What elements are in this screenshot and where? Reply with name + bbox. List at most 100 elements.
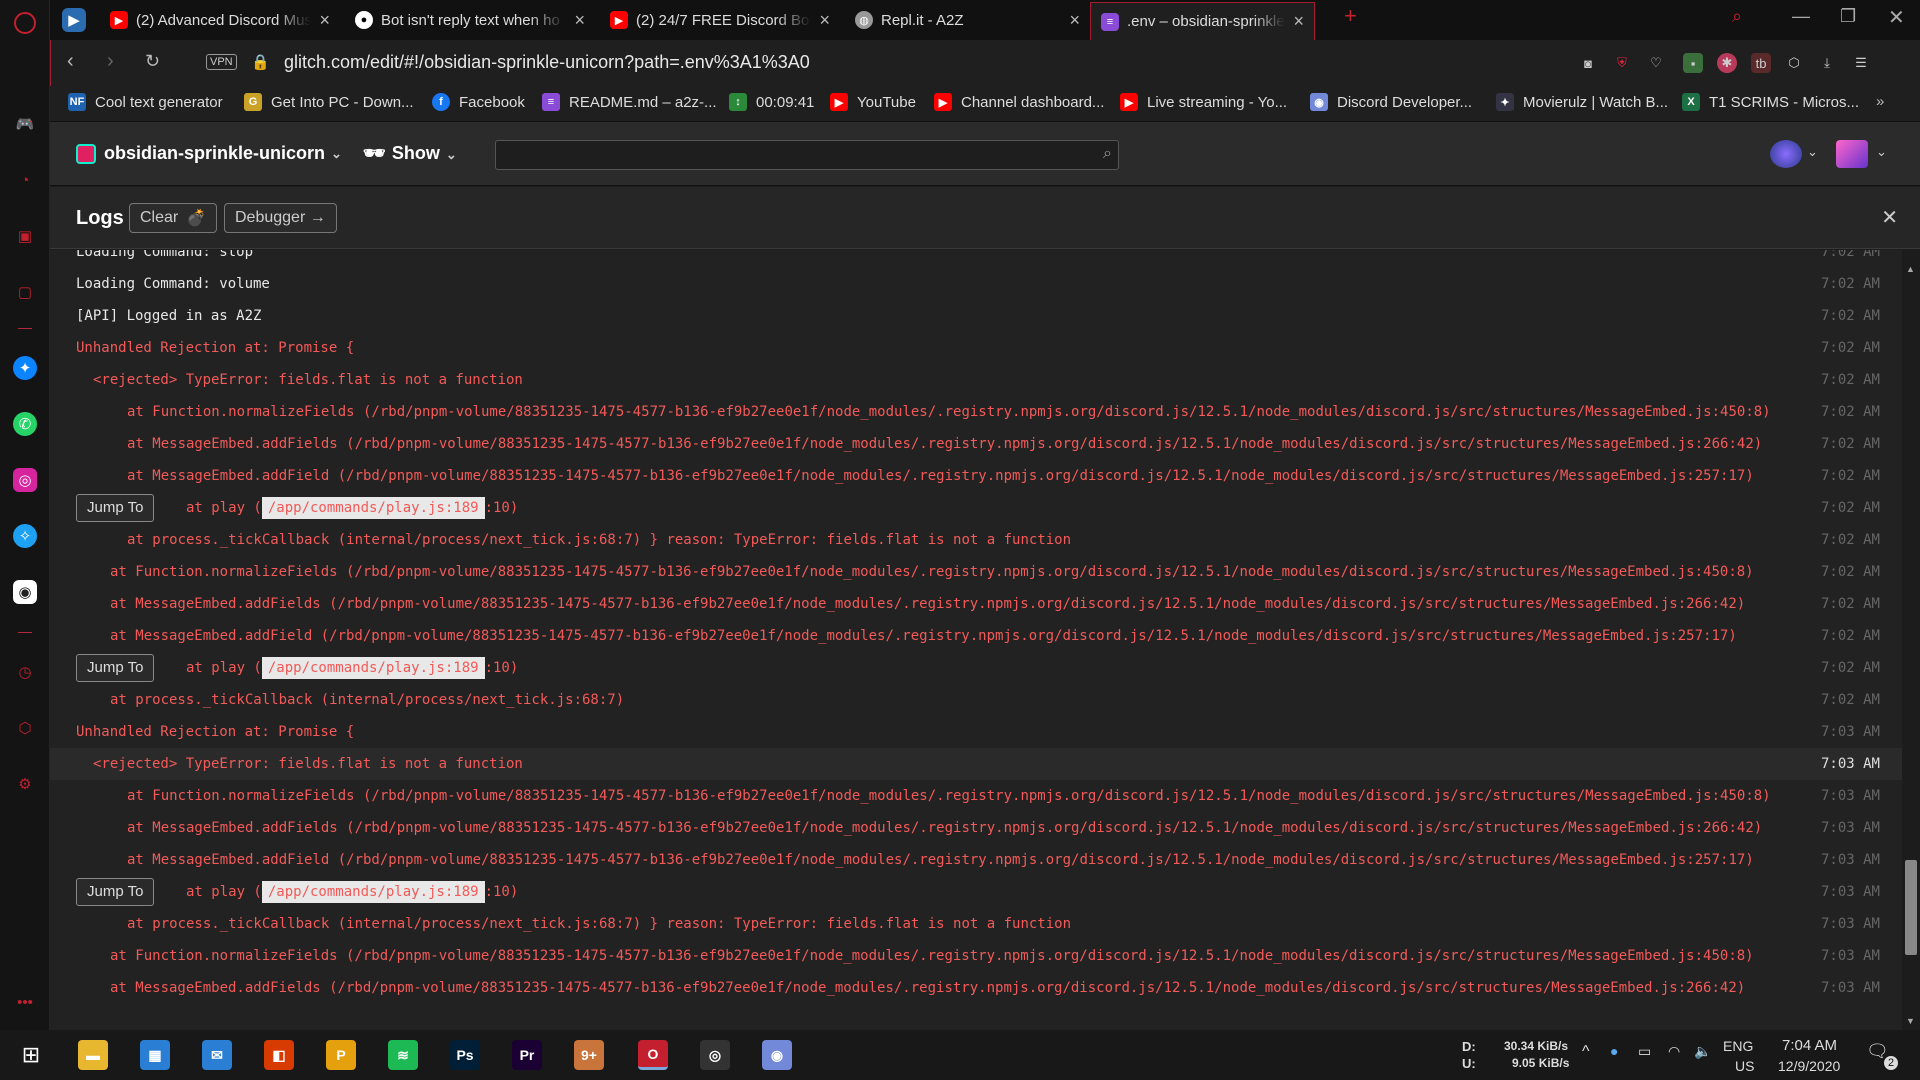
chevron-down-icon[interactable]: ⌄ — [1876, 144, 1887, 160]
file-path-link[interactable]: /app/commands/play.js:189 — [261, 657, 485, 679]
speedometer-icon[interactable]: ◔ — [13, 168, 37, 192]
obs-icon[interactable]: ◎ — [700, 1040, 730, 1070]
chevron-down-icon[interactable]: ⌄ — [1807, 144, 1818, 160]
region-indicator[interactable]: US — [1735, 1058, 1754, 1074]
tray-overflow-icon[interactable]: ^ — [1582, 1043, 1590, 1061]
battery-icon[interactable]: ▭ — [1638, 1043, 1651, 1060]
ms-store-icon[interactable]: ▦ — [140, 1040, 170, 1070]
file-explorer-icon[interactable]: ▬ — [78, 1040, 108, 1070]
instagram-icon[interactable]: ◎ — [13, 468, 37, 492]
project-menu[interactable]: obsidian-sprinkle-unicorn ⌄ — [76, 143, 342, 164]
easy-setup-icon[interactable]: ☰ — [1851, 53, 1871, 73]
volume-icon[interactable]: 🔈 — [1694, 1043, 1711, 1060]
log-scrollbar[interactable]: ▲ ▼ — [1902, 260, 1920, 1030]
new-tab-icon[interactable]: + — [1344, 3, 1357, 29]
extension-badge-icon[interactable]: ✱ — [1717, 53, 1737, 73]
clock-time[interactable]: 7:04 AM — [1782, 1037, 1837, 1054]
box-icon[interactable]: ⬡ — [13, 716, 37, 740]
extensions-box-icon[interactable]: ⬡ — [1784, 53, 1804, 73]
tab-bot-reply[interactable]: ● Bot isn't reply text when ho × — [345, 4, 595, 36]
gamepad-icon[interactable]: 🎮 — [13, 112, 37, 136]
user-avatar[interactable] — [1770, 140, 1802, 168]
wifi-icon[interactable]: ◠ — [1668, 1043, 1680, 1060]
bookmark-facebook[interactable]: f Facebook — [432, 93, 525, 111]
back-icon[interactable]: ‹ — [67, 50, 74, 73]
download-icon[interactable]: ⤓ — [1817, 53, 1837, 73]
tray-app-icon[interactable]: ● — [1610, 1043, 1618, 1059]
settings-icon[interactable]: ⚙ — [13, 772, 37, 796]
url-field[interactable]: glitch.com/edit/#!/obsidian-sprinkle-uni… — [284, 52, 810, 73]
tab-advanced-discord-music[interactable]: ▶ (2) Advanced Discord Musi × — [100, 4, 340, 36]
tab-env-glitch[interactable]: ≡ .env – obsidian-sprinkle-un × — [1090, 2, 1315, 40]
jump-to-button[interactable]: Jump To — [76, 878, 155, 906]
discord-icon[interactable]: ◉ — [762, 1040, 792, 1070]
premiere-icon[interactable]: Pr — [512, 1040, 542, 1070]
tab-replit[interactable]: ◍ Repl.it - A2Z × — [845, 4, 1090, 36]
jump-to-button[interactable]: Jump To — [76, 654, 155, 682]
extension-tb-icon[interactable]: tb — [1751, 53, 1771, 73]
clear-button[interactable]: Clear 💣 — [129, 203, 218, 233]
bookmarks-overflow-icon[interactable]: » — [1876, 93, 1884, 110]
jump-to-button[interactable]: Jump To — [76, 494, 155, 522]
lock-icon[interactable]: 🔒 — [251, 53, 270, 71]
twitch-icon[interactable]: ▢ — [13, 280, 37, 304]
shop-icon[interactable]: ▣ — [13, 224, 37, 248]
opera-logo-icon[interactable] — [14, 12, 36, 34]
team-avatar[interactable] — [1836, 140, 1868, 168]
mail-icon[interactable]: ✉ — [202, 1040, 232, 1070]
history-icon[interactable]: ◷ — [13, 660, 37, 684]
close-icon[interactable]: × — [819, 10, 830, 31]
spotify-icon[interactable]: ≋ — [388, 1040, 418, 1070]
minimize-icon[interactable]: — — [1792, 6, 1810, 27]
file-path-link[interactable]: /app/commands/play.js:189 — [261, 497, 485, 519]
bookmark-youtube[interactable]: ▶ YouTube — [830, 93, 916, 111]
bookmark-get-into-pc[interactable]: G Get Into PC - Down... — [244, 93, 414, 111]
shield-icon[interactable]: ⛨ — [1612, 53, 1632, 73]
photos-icon[interactable]: 9+ — [574, 1040, 604, 1070]
bookmark-channel-dashboard[interactable]: ▶ Channel dashboard... — [934, 93, 1104, 111]
photoshop-icon[interactable]: Ps — [450, 1040, 480, 1070]
whatsapp-icon[interactable]: ✆ — [13, 412, 37, 436]
window-close-icon[interactable]: ✕ — [1888, 5, 1905, 30]
camera-icon[interactable]: ◙ — [1578, 53, 1598, 73]
bookmark-t1-scrims[interactable]: X T1 SCRIMS - Micros... — [1682, 93, 1859, 111]
youtube-icon: ▶ — [934, 93, 952, 111]
close-icon[interactable]: × — [1069, 10, 1080, 31]
search-tabs-icon[interactable]: ⌕ — [1732, 6, 1742, 27]
bookmark-readme[interactable]: ≡ README.md – a2z-... — [542, 93, 717, 111]
vpn-badge[interactable]: VPN — [206, 54, 237, 70]
workspace-icon[interactable]: ▶ — [62, 8, 86, 32]
debugger-button[interactable]: Debugger → — [224, 203, 337, 233]
tab-24-7-free-bot[interactable]: ▶ (2) 24/7 FREE Discord Bot H × — [600, 4, 840, 36]
office-icon[interactable]: ◧ — [264, 1040, 294, 1070]
search-input[interactable]: ⌕ — [495, 140, 1119, 170]
clock-date[interactable]: 12/9/2020 — [1778, 1058, 1840, 1074]
extension-cube-icon[interactable]: ▪ — [1683, 53, 1703, 73]
forward-icon[interactable]: › — [107, 50, 114, 73]
language-indicator[interactable]: ENG — [1723, 1038, 1753, 1054]
scroll-up-icon[interactable]: ▲ — [1906, 264, 1915, 274]
heart-icon[interactable]: ♡ — [1646, 53, 1666, 73]
close-icon[interactable]: × — [1293, 11, 1304, 32]
bookmark-movierulz[interactable]: ✦ Movierulz | Watch B... — [1496, 93, 1668, 111]
close-icon[interactable]: × — [574, 10, 585, 31]
more-icon[interactable]: ••• — [13, 990, 37, 1014]
bookmark-cool-text[interactable]: NF Cool text generator — [68, 93, 223, 111]
bookmark-live-streaming[interactable]: ▶ Live streaming - Yo... — [1120, 93, 1287, 111]
show-button[interactable]: 🕶 Show ⌄ — [363, 143, 457, 164]
windows-start-icon[interactable]: ⊞ — [16, 1040, 46, 1070]
close-logs-icon[interactable]: ✕ — [1881, 205, 1898, 230]
messenger-icon[interactable]: ✦ — [13, 356, 37, 380]
discord-sidebar-icon[interactable]: ◉ — [13, 580, 37, 604]
restore-icon[interactable]: ❐ — [1840, 6, 1856, 27]
twitter-icon[interactable]: ✧ — [13, 524, 37, 548]
scroll-down-icon[interactable]: ▼ — [1906, 1016, 1915, 1026]
bookmark-discord-developer[interactable]: ◉ Discord Developer... — [1310, 93, 1472, 111]
file-path-link[interactable]: /app/commands/play.js:189 — [261, 881, 485, 903]
plex-icon[interactable]: P — [326, 1040, 356, 1070]
reload-icon[interactable]: ↻ — [145, 51, 160, 72]
opera-icon[interactable]: O — [638, 1040, 668, 1070]
close-icon[interactable]: × — [319, 10, 330, 31]
scroll-thumb[interactable] — [1905, 860, 1917, 955]
bookmark-timer[interactable]: ↕ 00:09:41 — [729, 93, 814, 111]
